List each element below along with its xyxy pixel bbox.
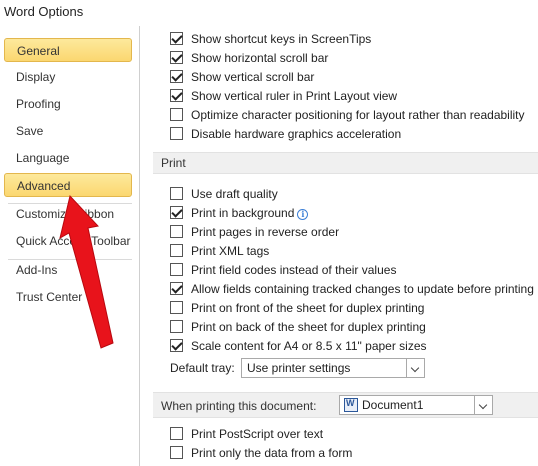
checkbox[interactable] — [170, 108, 183, 121]
sidebar-item-save[interactable]: Save — [4, 119, 132, 143]
checkbox[interactable] — [170, 127, 183, 140]
sidebar-item-label: Language — [16, 151, 70, 165]
sidebar-item-label: Proofing — [16, 97, 61, 111]
window-title: Word Options — [4, 4, 84, 19]
section-title: Print — [161, 156, 186, 170]
sidebar-item-quick-access-toolbar[interactable]: Quick Access Toolbar — [4, 229, 132, 253]
option-label: Allow fields containing tracked changes … — [191, 282, 534, 296]
options-content: Show shortcut keys in ScreenTips Show ho… — [141, 26, 538, 466]
chevron-down-icon[interactable] — [406, 359, 424, 377]
option-label: Show vertical ruler in Print Layout view — [191, 89, 398, 103]
default-tray-select[interactable]: Use printer settings — [241, 358, 425, 378]
sidebar-item-display[interactable]: Display — [4, 65, 132, 89]
checkbox[interactable] — [170, 51, 183, 64]
sidebar-item-label: General — [17, 44, 60, 58]
option-label: Show vertical scroll bar — [191, 70, 315, 84]
checkbox[interactable] — [170, 263, 183, 276]
checkbox[interactable] — [170, 70, 183, 83]
section-title: When printing this document: — [161, 399, 317, 413]
default-tray-label: Default tray: — [170, 361, 235, 375]
option-label: Use draft quality — [191, 187, 278, 201]
checkbox[interactable] — [170, 301, 183, 314]
sidebar-item-add-ins[interactable]: Add-Ins — [4, 258, 132, 282]
sidebar-item-label: Trust Center — [16, 290, 83, 304]
options-sidebar: General Display Proofing Save Language A… — [0, 26, 140, 466]
checkbox[interactable] — [170, 89, 183, 102]
sidebar-item-label: Advanced — [17, 179, 71, 193]
word-document-icon — [344, 398, 358, 412]
section-header-when-printing: When printing this document: Document1 — [153, 392, 538, 418]
sidebar-item-language[interactable]: Language — [4, 146, 132, 170]
sidebar-item-label: Add-Ins — [16, 263, 58, 277]
option-label: Print in background — [191, 206, 295, 220]
option-label-wrap: Print in background i — [191, 205, 309, 221]
option-label: Print PostScript over text — [191, 427, 324, 441]
sidebar-item-label: Customize Ribbon — [16, 207, 115, 221]
sidebar-item-general[interactable]: General — [4, 38, 132, 62]
document-select[interactable]: Document1 — [339, 395, 493, 415]
checkbox[interactable] — [170, 244, 183, 257]
sidebar-item-trust-center[interactable]: Trust Center — [4, 285, 132, 309]
checkbox[interactable] — [170, 320, 183, 333]
sidebar-item-proofing[interactable]: Proofing — [4, 92, 132, 116]
option-label: Print XML tags — [191, 244, 270, 258]
title-bar: Word Options — [0, 0, 538, 26]
option-label: Print pages in reverse order — [191, 225, 340, 239]
option-label: Print only the data from a form — [191, 446, 353, 460]
sidebar-item-advanced[interactable]: Advanced — [4, 173, 132, 197]
checkbox[interactable] — [170, 446, 183, 459]
checkbox[interactable] — [170, 282, 183, 295]
document-select-value: Document1 — [362, 398, 424, 412]
checkbox[interactable] — [170, 32, 183, 45]
section-header-print: Print — [153, 152, 538, 174]
option-label: Print on front of the sheet for duplex p… — [191, 301, 425, 315]
option-label: Disable hardware graphics acceleration — [191, 127, 402, 141]
sidebar-item-customize-ribbon[interactable]: Customize Ribbon — [4, 202, 132, 226]
option-label: Show shortcut keys in ScreenTips — [191, 32, 372, 46]
checkbox[interactable] — [170, 206, 183, 219]
option-label: Show horizontal scroll bar — [191, 51, 329, 65]
sidebar-item-label: Save — [16, 124, 44, 138]
checkbox[interactable] — [170, 225, 183, 238]
checkbox[interactable] — [170, 339, 183, 352]
checkbox[interactable] — [170, 187, 183, 200]
info-icon[interactable]: i — [297, 209, 309, 220]
sidebar-item-label: Quick Access Toolbar — [16, 234, 131, 248]
sidebar-item-label: Display — [16, 70, 56, 84]
option-label: Scale content for A4 or 8.5 x 11" paper … — [191, 339, 427, 353]
option-label: Print field codes instead of their value… — [191, 263, 397, 277]
default-tray-value: Use printer settings — [247, 361, 351, 375]
option-label: Optimize character positioning for layou… — [191, 108, 525, 122]
option-label: Print on back of the sheet for duplex pr… — [191, 320, 426, 334]
checkbox[interactable] — [170, 427, 183, 440]
chevron-down-icon[interactable] — [474, 396, 492, 414]
